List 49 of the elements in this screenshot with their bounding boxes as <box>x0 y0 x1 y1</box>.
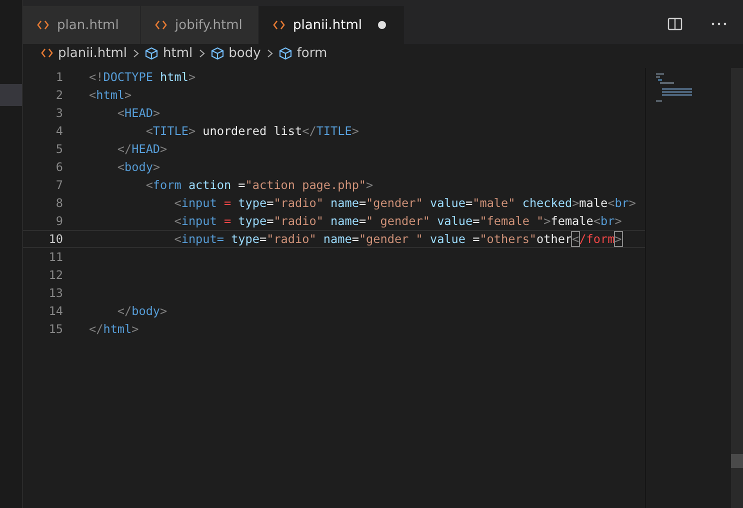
code-line: <!DOCTYPE html> <box>89 70 196 84</box>
line-number: 2 <box>54 88 63 102</box>
code-icon <box>41 48 53 58</box>
code-line: <input = type="radio" name="gender" value="male" checked>male<br> <box>173 196 636 210</box>
scrollbar[interactable] <box>731 68 743 508</box>
code-icon <box>37 20 49 30</box>
code-line: <input = type="radio" name=" gender" value="female ">female<br> <box>173 214 622 228</box>
line-number: 12 <box>48 268 63 282</box>
code-line: <html> <box>89 88 132 102</box>
breadcrumb-item[interactable]: form <box>296 46 328 60</box>
line-number: 8 <box>54 196 63 210</box>
cube-icon <box>278 46 292 60</box>
editor-tab[interactable]: jobify.html <box>141 6 259 44</box>
line-number: 1 <box>54 70 63 84</box>
line-number: 5 <box>54 142 63 156</box>
breadcrumb-item[interactable]: html <box>163 46 193 60</box>
split-editor-icon[interactable] <box>667 16 683 32</box>
line-number: 4 <box>54 124 63 138</box>
code-line: <input= type="radio" name="gender " value ="others"other</form> <box>173 232 622 246</box>
code-line: <HEAD> <box>116 106 160 120</box>
line-number: 14 <box>48 304 63 318</box>
line-number: 10 <box>48 232 63 246</box>
code-line: </body> <box>116 304 168 318</box>
cube-icon <box>210 46 224 60</box>
chevron-icon <box>266 48 273 58</box>
cube-icon <box>145 46 158 60</box>
editor-tab[interactable]: plan.html <box>23 6 141 44</box>
more-icon[interactable] <box>711 22 727 26</box>
chevron-icon <box>198 48 205 58</box>
line-number: 15 <box>48 322 63 336</box>
line-number: 7 <box>54 178 63 192</box>
minimap-drawing <box>654 72 694 102</box>
breadcrumb-item[interactable]: body <box>228 46 261 60</box>
code-icon <box>155 20 167 30</box>
code-line: <TITLE> unordered list</TITLE> <box>144 124 359 138</box>
code-line: </HEAD> <box>116 142 168 156</box>
code-icon <box>273 20 285 30</box>
editor-tab[interactable]: planii.html <box>259 6 406 44</box>
code-line: <form action ="action page.php"> <box>144 178 374 192</box>
breadcrumb-item[interactable]: planii.html <box>58 46 128 60</box>
chevron-icon <box>133 48 140 58</box>
line-number: 6 <box>54 160 63 174</box>
line-number: 3 <box>54 106 63 120</box>
code-line: </html> <box>89 322 139 336</box>
code-line: <body> <box>116 160 160 174</box>
line-number: 13 <box>48 286 63 300</box>
line-number: 11 <box>48 250 63 264</box>
activity-item-highlight[interactable] <box>0 84 22 106</box>
line-number: 9 <box>54 214 63 228</box>
